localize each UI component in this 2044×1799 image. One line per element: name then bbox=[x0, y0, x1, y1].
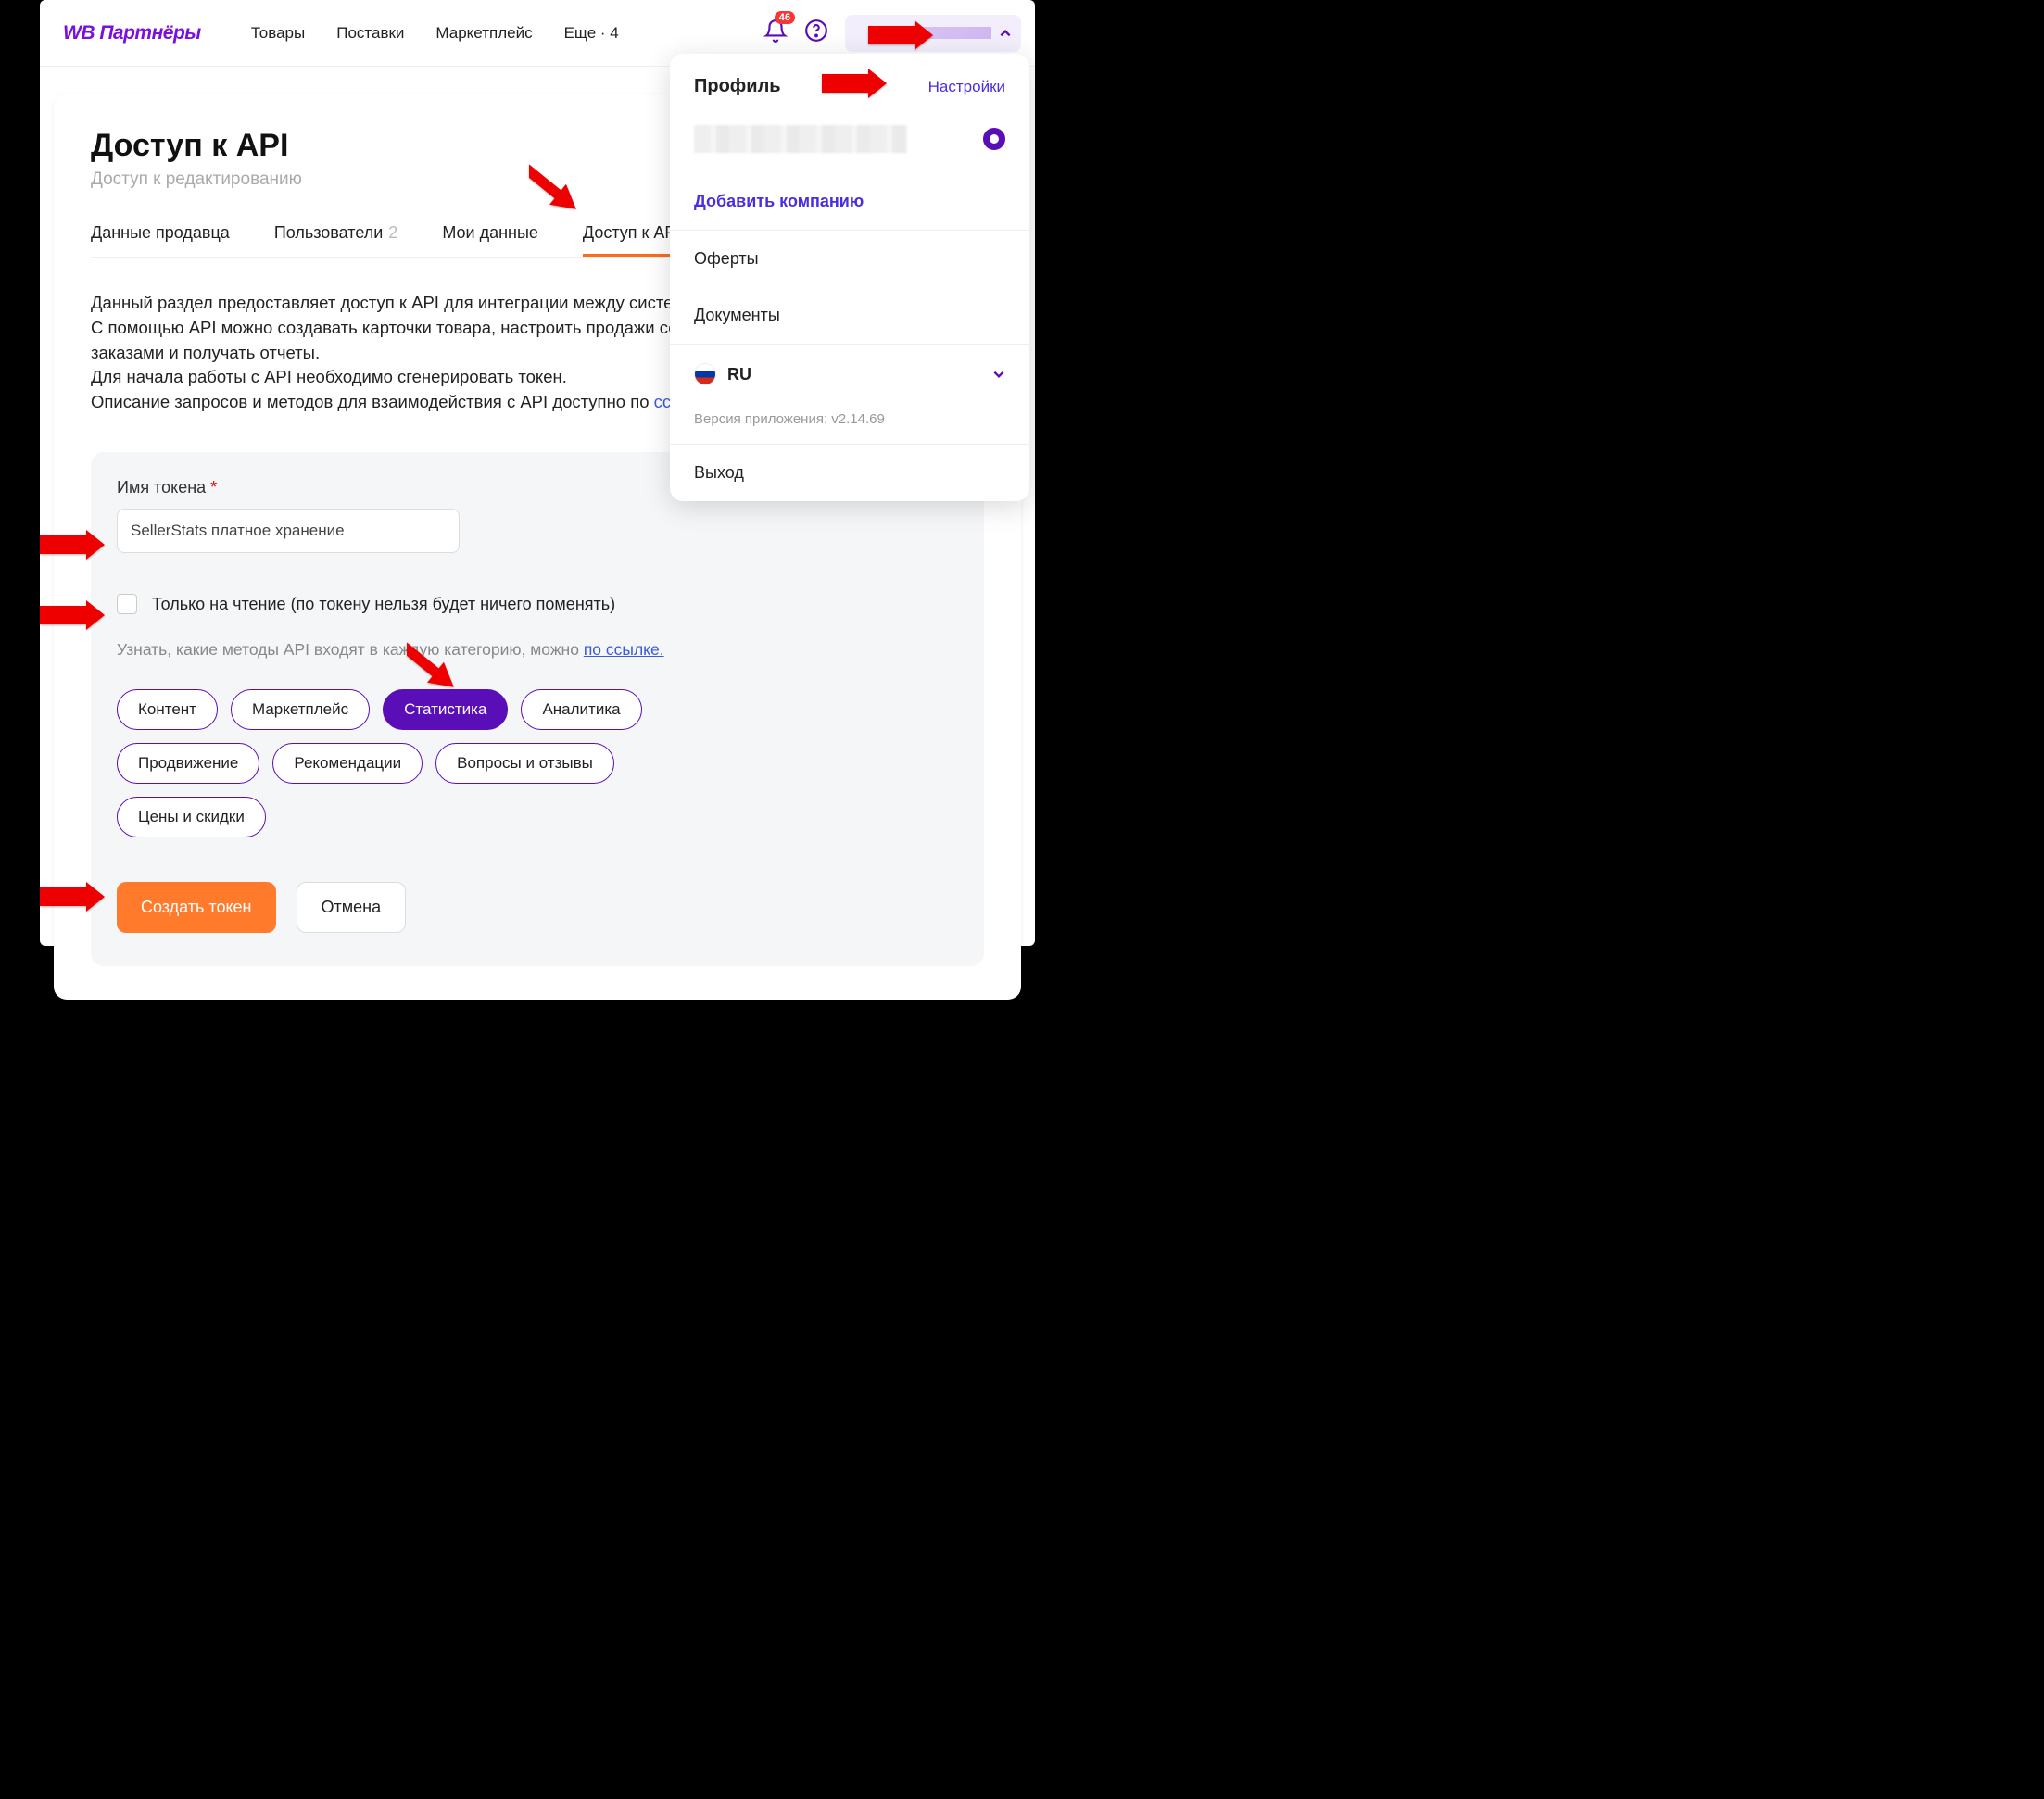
category-chip-3[interactable]: Аналитика bbox=[521, 689, 641, 730]
notifications-badge: 46 bbox=[775, 11, 795, 24]
categories-link[interactable]: по ссылке. bbox=[584, 640, 664, 659]
company-name-blur bbox=[694, 125, 907, 153]
company-radio-selected[interactable] bbox=[983, 128, 1005, 150]
notifications-button[interactable]: 46 bbox=[763, 19, 788, 47]
company-row[interactable] bbox=[670, 112, 1029, 166]
menu-documents[interactable]: Документы bbox=[670, 287, 1029, 344]
category-chip-0[interactable]: Контент bbox=[117, 689, 218, 730]
category-chip-2[interactable]: Статистика bbox=[383, 689, 508, 730]
app-version: Версия приложения: v2.14.69 bbox=[670, 404, 1029, 444]
category-chip-7[interactable]: Цены и скидки bbox=[117, 797, 266, 837]
help-icon bbox=[804, 19, 828, 43]
annotation-arrow bbox=[529, 159, 581, 216]
language-label: RU bbox=[727, 365, 981, 384]
create-token-button[interactable]: Создать токен bbox=[117, 882, 276, 933]
menu-offers[interactable]: Оферты bbox=[670, 231, 1029, 287]
category-chip-5[interactable]: Рекомендации bbox=[272, 743, 423, 784]
readonly-label: Только на чтение (по токену нельзя будет… bbox=[152, 595, 615, 614]
cancel-button[interactable]: Отмена bbox=[297, 882, 407, 933]
annotation-arrow bbox=[40, 530, 105, 564]
logout-button[interactable]: Выход bbox=[670, 445, 1029, 501]
flag-ru-icon bbox=[694, 363, 716, 385]
token-form: Имя токена * Только на чтение (по токену… bbox=[91, 452, 984, 966]
help-button[interactable] bbox=[804, 19, 828, 47]
add-company-link[interactable]: Добавить компанию bbox=[670, 166, 1029, 230]
settings-link[interactable]: Настройки bbox=[928, 78, 1005, 96]
category-chip-1[interactable]: Маркетплейс bbox=[231, 689, 370, 730]
tab-0[interactable]: Данные продавца bbox=[91, 223, 230, 257]
annotation-arrow bbox=[868, 20, 933, 55]
chevron-down-icon bbox=[992, 368, 1005, 381]
annotation-arrow bbox=[40, 600, 105, 635]
tab-2[interactable]: Мои данные bbox=[442, 223, 538, 257]
nav-products[interactable]: Товары bbox=[251, 24, 305, 43]
categories-hint: Узнать, какие методы API входят в каждую… bbox=[117, 640, 958, 660]
category-chip-4[interactable]: Продвижение bbox=[117, 743, 259, 784]
category-chip-6[interactable]: Вопросы и отзывы bbox=[435, 743, 614, 784]
readonly-checkbox[interactable] bbox=[117, 594, 137, 614]
annotation-arrow bbox=[40, 882, 105, 916]
language-selector[interactable]: RU bbox=[670, 345, 1029, 404]
annotation-arrow bbox=[822, 69, 887, 103]
nav-more[interactable]: Еще · 4 bbox=[564, 24, 619, 43]
nav-supplies[interactable]: Поставки bbox=[336, 24, 404, 43]
annotation-arrow bbox=[407, 637, 459, 694]
profile-dropdown: Профиль Настройки Добавить компанию Офер… bbox=[670, 54, 1029, 501]
dropdown-title: Профиль bbox=[694, 76, 781, 97]
tab-3[interactable]: Доступ к API bbox=[583, 223, 681, 257]
token-name-input[interactable] bbox=[117, 509, 460, 553]
tab-1[interactable]: Пользователи2 bbox=[274, 223, 398, 257]
nav-marketplace[interactable]: Маркетплейс bbox=[435, 24, 532, 43]
chevron-up-icon bbox=[999, 27, 1012, 40]
logo[interactable]: WB Партнёры bbox=[63, 22, 201, 44]
